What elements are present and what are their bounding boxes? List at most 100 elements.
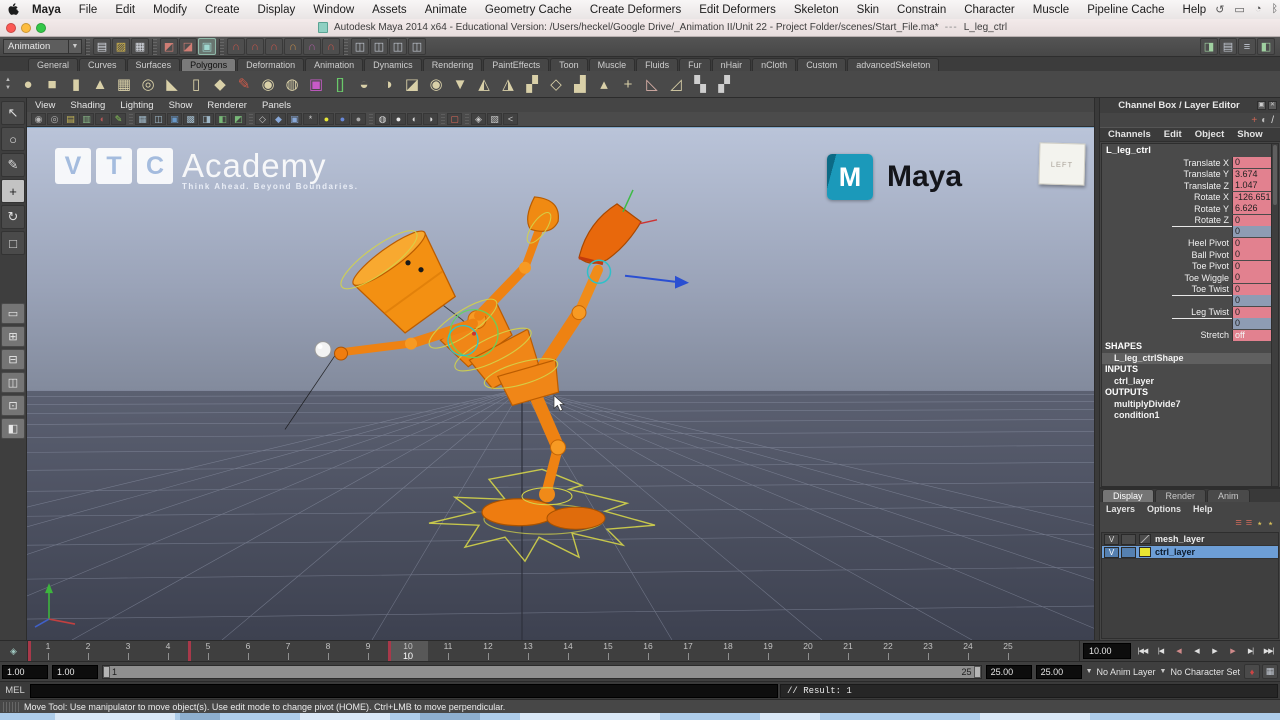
boolean-union-icon[interactable]: ◉	[424, 72, 448, 96]
step-forward-frame-button[interactable]: ▶|	[1242, 644, 1259, 659]
timeline-frame-22[interactable]: 22	[868, 641, 908, 661]
triangulate-icon[interactable]: ◺	[640, 72, 664, 96]
character-set-selector[interactable]: No Character Set	[1170, 667, 1240, 677]
menubar-item-geometry-cache[interactable]: Geometry Cache	[476, 4, 581, 16]
scale-tool-icon[interactable]: □	[1, 231, 25, 255]
open-scene-icon[interactable]: ▨	[112, 38, 130, 55]
channelbox-node-item[interactable]: L_leg_ctrlShape	[1102, 353, 1278, 365]
go-to-start-button[interactable]: |◀◀	[1134, 644, 1151, 659]
animation-preferences-icon[interactable]: ▦	[1262, 664, 1278, 679]
layer-row[interactable]: Vctrl_layer	[1102, 546, 1278, 559]
snap-to-points-icon[interactable]: ∩	[265, 38, 283, 55]
menu-set-selector[interactable]: Animation ▼	[3, 39, 82, 54]
show-modeling-toolkit-icon[interactable]: ◨	[1200, 38, 1218, 55]
menubar-item-edit[interactable]: Edit	[106, 4, 144, 16]
play-forwards-button[interactable]: ▶	[1206, 644, 1223, 659]
show-tool-settings-icon[interactable]: ≡	[1238, 38, 1256, 55]
timeline-options-icon[interactable]: ◈	[0, 641, 28, 661]
layer-editor-tab-render[interactable]: Render	[1155, 489, 1207, 502]
menubar-item-maya[interactable]: Maya	[23, 4, 70, 16]
shelf-tab-surfaces[interactable]: Surfaces	[127, 58, 181, 71]
reduce-icon[interactable]: ◭	[472, 72, 496, 96]
xray-joints-icon[interactable]: ◐	[407, 113, 422, 125]
viewport-menu-lighting[interactable]: Lighting	[120, 100, 153, 111]
timeline-track[interactable]: 1234567891010111213141516171819202122232…	[28, 641, 1080, 661]
shelf-tab-painteffects[interactable]: PaintEffects	[483, 58, 549, 71]
shelf-tab-polygons[interactable]: Polygons	[181, 58, 236, 71]
playback-start-field[interactable]: 1.00	[52, 665, 98, 679]
shaded-display-icon[interactable]: ◆	[271, 113, 286, 125]
mel-input[interactable]	[30, 684, 778, 698]
video-progress-bar[interactable]	[0, 713, 1280, 720]
xray-icon[interactable]: ●	[391, 113, 406, 125]
grease-pencil-icon[interactable]: ✎	[111, 113, 126, 125]
sculpt-geometry-icon[interactable]: ✎	[232, 72, 256, 96]
open-render-view-icon[interactable]: ◫	[351, 38, 369, 55]
shelf-tab-general[interactable]: General	[28, 58, 78, 71]
timeline-frame-3[interactable]: 3	[108, 641, 148, 661]
poly-plane-icon[interactable]: ▦	[112, 72, 136, 96]
go-to-end-button[interactable]: ▶▶|	[1260, 644, 1277, 659]
rotate-tool-icon[interactable]: ↻	[1, 205, 25, 229]
zoom-window-button[interactable]	[36, 23, 46, 33]
close-window-button[interactable]	[6, 23, 16, 33]
poly-prism-icon[interactable]: ◣	[160, 72, 184, 96]
panel-menu-icon[interactable]: ▣	[1257, 101, 1266, 110]
channel-manip-axis-icon[interactable]: +	[1251, 115, 1257, 126]
menubar-item-skeleton[interactable]: Skeleton	[785, 4, 848, 16]
field-chart-icon[interactable]: ◨	[199, 113, 214, 125]
airplay-display-icon[interactable]: ▭	[1234, 3, 1244, 16]
timeline-frame-23[interactable]: 23	[908, 641, 948, 661]
timeline-frame-6[interactable]: 6	[228, 641, 268, 661]
image-plane-icon[interactable]: ◐	[95, 113, 110, 125]
layer-playback-toggle[interactable]	[1121, 547, 1136, 558]
current-time-field[interactable]: 10.00	[1083, 643, 1131, 659]
camera-attributes-icon[interactable]: ▤	[63, 113, 78, 125]
make-object-live-icon[interactable]: ∩	[322, 38, 340, 55]
bevel-icon[interactable]: ◇	[544, 72, 568, 96]
poly-sphere-icon[interactable]: ●	[16, 72, 40, 96]
menubar-item-display[interactable]: Display	[249, 4, 305, 16]
timeline-frame-21[interactable]: 21	[828, 641, 868, 661]
menubar-item-modify[interactable]: Modify	[144, 4, 196, 16]
range-slider-track[interactable]: 1 25	[102, 665, 982, 679]
panel-close-icon[interactable]: ✕	[1268, 101, 1277, 110]
snap-to-projected-center-icon[interactable]: ∩	[284, 38, 302, 55]
camera-lock-icon[interactable]: ◎	[47, 113, 62, 125]
super-shape-icon[interactable]: ▣	[304, 72, 328, 96]
layer-editor-menu-help[interactable]: Help	[1193, 504, 1213, 514]
channelbox-node-item[interactable]: condition1	[1102, 410, 1278, 422]
layer-row[interactable]: Vmesh_layer	[1102, 533, 1278, 546]
shelf-tab-rendering[interactable]: Rendering	[423, 58, 483, 71]
shelf-collapse-icon[interactable]: ▲▼	[0, 77, 16, 91]
poly-helix-icon[interactable]: ◍	[280, 72, 304, 96]
move-tool-icon[interactable]: +	[1, 179, 25, 203]
shelf-tab-fluids[interactable]: Fluids	[636, 58, 678, 71]
resolution-gate-icon[interactable]: ▣	[167, 113, 182, 125]
shelf-tab-toon[interactable]: Toon	[550, 58, 588, 71]
menubar-item-constrain[interactable]: Constrain	[888, 4, 955, 16]
timeline-frame-1[interactable]: 1	[28, 641, 68, 661]
film-gate-icon[interactable]: ◫	[151, 113, 166, 125]
snap-to-grids-icon[interactable]: ∩	[227, 38, 245, 55]
show-attribute-editor-icon[interactable]: ▤	[1219, 38, 1237, 55]
shelf-tab-deformation[interactable]: Deformation	[237, 58, 304, 71]
persp-outliner-layout-icon[interactable]: ◫	[1, 372, 25, 393]
poly-type-icon[interactable]: []	[328, 72, 352, 96]
layer-color-swatch[interactable]	[1139, 547, 1151, 557]
viewport-menu-show[interactable]: Show	[169, 100, 193, 111]
step-forward-key-button[interactable]: ▶	[1224, 644, 1241, 659]
poly-cone-icon[interactable]: ▲	[88, 72, 112, 96]
isolate-select-icon[interactable]: ◍	[375, 113, 390, 125]
timeline-frame-12[interactable]: 12	[468, 641, 508, 661]
safe-title-icon[interactable]: ◩	[231, 113, 246, 125]
channelbox-menu-show[interactable]: Show	[1237, 129, 1262, 140]
snap-to-view-planes-icon[interactable]: ∩	[303, 38, 321, 55]
shelf-tab-nhair[interactable]: nHair	[712, 58, 752, 71]
timeline-frame-9[interactable]: 9	[348, 641, 388, 661]
channelbox-menu-channels[interactable]: Channels	[1108, 129, 1151, 140]
range-end-handle[interactable]	[974, 666, 981, 678]
timeline-frame-14[interactable]: 14	[548, 641, 588, 661]
anim-layer-selector[interactable]: No Anim Layer	[1097, 667, 1156, 677]
create-empty-anim-layer-icon[interactable]: ⋆	[1256, 517, 1263, 530]
